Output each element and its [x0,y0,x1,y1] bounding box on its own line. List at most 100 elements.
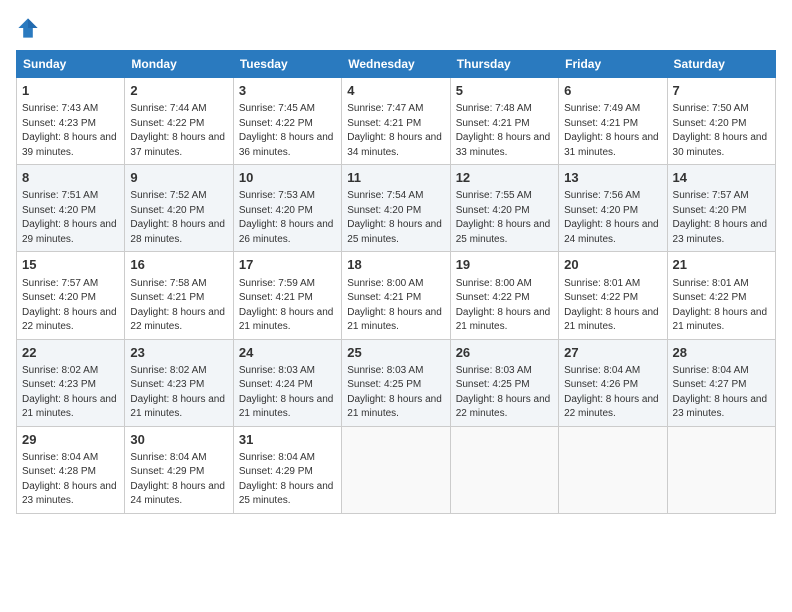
day-info: Sunrise: 7:59 AMSunset: 4:21 PMDaylight:… [239,277,336,335]
day-cell [559,426,667,513]
day-info: Sunrise: 8:04 AMSunset: 4:26 PMDaylight:… [564,364,661,422]
day-info: Sunrise: 7:51 AMSunset: 4:20 PMDaylight:… [22,189,119,247]
day-info: Sunrise: 7:43 AMSunset: 4:23 PMDaylight:… [22,102,119,160]
day-number: 4 [347,82,444,100]
weekday-thursday: Thursday [450,51,558,78]
day-cell [667,426,775,513]
day-cell: 16 Sunrise: 7:58 AMSunset: 4:21 PMDayligh… [125,252,233,339]
day-number: 19 [456,256,553,274]
day-number: 22 [22,344,119,362]
day-cell: 19 Sunrise: 8:00 AMSunset: 4:22 PMDayligh… [450,252,558,339]
weekday-friday: Friday [559,51,667,78]
day-number: 25 [347,344,444,362]
weekday-tuesday: Tuesday [233,51,341,78]
day-info: Sunrise: 8:04 AMSunset: 4:29 PMDaylight:… [130,451,227,509]
week-row-4: 22 Sunrise: 8:02 AMSunset: 4:23 PMDayligh… [17,339,776,426]
week-row-2: 8 Sunrise: 7:51 AMSunset: 4:20 PMDaylight… [17,165,776,252]
day-cell: 4 Sunrise: 7:47 AMSunset: 4:21 PMDaylight… [342,78,450,165]
day-number: 16 [130,256,227,274]
day-number: 17 [239,256,336,274]
weekday-monday: Monday [125,51,233,78]
day-cell: 17 Sunrise: 7:59 AMSunset: 4:21 PMDayligh… [233,252,341,339]
day-info: Sunrise: 8:03 AMSunset: 4:24 PMDaylight:… [239,364,336,422]
day-number: 1 [22,82,119,100]
day-cell: 27Sunrise: 8:04 AMSunset: 4:26 PMDayligh… [559,339,667,426]
day-number: 15 [22,256,119,274]
day-number: 3 [239,82,336,100]
day-number: 12 [456,169,553,187]
weekday-header-row: SundayMondayTuesdayWednesdayThursdayFrid… [17,51,776,78]
page-container: SundayMondayTuesdayWednesdayThursdayFrid… [0,0,792,522]
day-number: 20 [564,256,661,274]
day-info: Sunrise: 8:01 AMSunset: 4:22 PMDaylight:… [673,277,770,335]
week-row-1: 1 Sunrise: 7:43 AMSunset: 4:23 PMDaylight… [17,78,776,165]
day-info: Sunrise: 7:56 AMSunset: 4:20 PMDaylight:… [564,189,661,247]
day-info: Sunrise: 8:00 AMSunset: 4:21 PMDaylight:… [347,277,444,335]
day-number: 10 [239,169,336,187]
day-number: 2 [130,82,227,100]
day-cell: 18 Sunrise: 8:00 AMSunset: 4:21 PMDayligh… [342,252,450,339]
day-number: 11 [347,169,444,187]
day-info: Sunrise: 8:03 AMSunset: 4:25 PMDaylight:… [347,364,444,422]
day-info: Sunrise: 8:04 AMSunset: 4:28 PMDaylight:… [22,451,119,509]
day-cell: 13 Sunrise: 7:56 AMSunset: 4:20 PMDayligh… [559,165,667,252]
day-info: Sunrise: 7:57 AMSunset: 4:20 PMDaylight:… [673,189,770,247]
day-cell [450,426,558,513]
day-cell: 26 Sunrise: 8:03 AMSunset: 4:25 PMDayligh… [450,339,558,426]
day-number: 18 [347,256,444,274]
day-info: Sunrise: 8:00 AMSunset: 4:22 PMDaylight:… [456,277,553,335]
day-cell: 14 Sunrise: 7:57 AMSunset: 4:20 PMDayligh… [667,165,775,252]
day-info: Sunrise: 8:04 AMSunset: 4:27 PMDaylight:… [673,364,770,422]
day-info: Sunrise: 7:55 AMSunset: 4:20 PMDaylight:… [456,189,553,247]
day-info: Sunrise: 8:02 AMSunset: 4:23 PMDaylight:… [22,364,119,422]
day-info: Sunrise: 7:57 AMSunset: 4:20 PMDaylight:… [22,277,119,335]
day-info: Sunrise: 7:48 AMSunset: 4:21 PMDaylight:… [456,102,553,160]
day-info: Sunrise: 7:53 AMSunset: 4:20 PMDaylight:… [239,189,336,247]
day-number: 14 [673,169,770,187]
day-number: 26 [456,344,553,362]
day-number: 21 [673,256,770,274]
day-number: 23 [130,344,227,362]
day-info: Sunrise: 8:02 AMSunset: 4:23 PMDaylight:… [130,364,227,422]
day-cell: 29 Sunrise: 8:04 AMSunset: 4:28 PMDayligh… [17,426,125,513]
day-cell: 1 Sunrise: 7:43 AMSunset: 4:23 PMDaylight… [17,78,125,165]
day-number: 29 [22,431,119,449]
day-cell: 25 Sunrise: 8:03 AMSunset: 4:25 PMDayligh… [342,339,450,426]
day-info: Sunrise: 7:58 AMSunset: 4:21 PMDaylight:… [130,277,227,335]
day-number: 8 [22,169,119,187]
weekday-saturday: Saturday [667,51,775,78]
day-info: Sunrise: 7:52 AMSunset: 4:20 PMDaylight:… [130,189,227,247]
weekday-wednesday: Wednesday [342,51,450,78]
day-cell: 28Sunrise: 8:04 AMSunset: 4:27 PMDayligh… [667,339,775,426]
day-number: 7 [673,82,770,100]
day-number: 30 [130,431,227,449]
day-cell: 12 Sunrise: 7:55 AMSunset: 4:20 PMDayligh… [450,165,558,252]
day-cell: 6 Sunrise: 7:49 AMSunset: 4:21 PMDaylight… [559,78,667,165]
logo-icon [16,16,40,40]
day-cell: 31 Sunrise: 8:04 AMSunset: 4:29 PMDayligh… [233,426,341,513]
day-info: Sunrise: 8:03 AMSunset: 4:25 PMDaylight:… [456,364,553,422]
day-number: 31 [239,431,336,449]
day-cell: 22 Sunrise: 8:02 AMSunset: 4:23 PMDayligh… [17,339,125,426]
calendar-table: SundayMondayTuesdayWednesdayThursdayFrid… [16,50,776,514]
day-info: Sunrise: 7:47 AMSunset: 4:21 PMDaylight:… [347,102,444,160]
header [16,16,776,40]
logo [16,16,44,40]
day-cell: 8 Sunrise: 7:51 AMSunset: 4:20 PMDaylight… [17,165,125,252]
day-info: Sunrise: 8:01 AMSunset: 4:22 PMDaylight:… [564,277,661,335]
day-cell: 11Sunrise: 7:54 AMSunset: 4:20 PMDayligh… [342,165,450,252]
day-number: 13 [564,169,661,187]
day-number: 6 [564,82,661,100]
day-cell: 7 Sunrise: 7:50 AMSunset: 4:20 PMDaylight… [667,78,775,165]
day-info: Sunrise: 8:04 AMSunset: 4:29 PMDaylight:… [239,451,336,509]
day-info: Sunrise: 7:49 AMSunset: 4:21 PMDaylight:… [564,102,661,160]
day-number: 5 [456,82,553,100]
day-cell: 23 Sunrise: 8:02 AMSunset: 4:23 PMDayligh… [125,339,233,426]
week-row-3: 15 Sunrise: 7:57 AMSunset: 4:20 PMDayligh… [17,252,776,339]
day-cell: 5 Sunrise: 7:48 AMSunset: 4:21 PMDaylight… [450,78,558,165]
day-number: 24 [239,344,336,362]
day-cell: 3Sunrise: 7:45 AMSunset: 4:22 PMDaylight… [233,78,341,165]
day-cell: 20 Sunrise: 8:01 AMSunset: 4:22 PMDayligh… [559,252,667,339]
day-info: Sunrise: 7:44 AMSunset: 4:22 PMDaylight:… [130,102,227,160]
day-info: Sunrise: 7:50 AMSunset: 4:20 PMDaylight:… [673,102,770,160]
